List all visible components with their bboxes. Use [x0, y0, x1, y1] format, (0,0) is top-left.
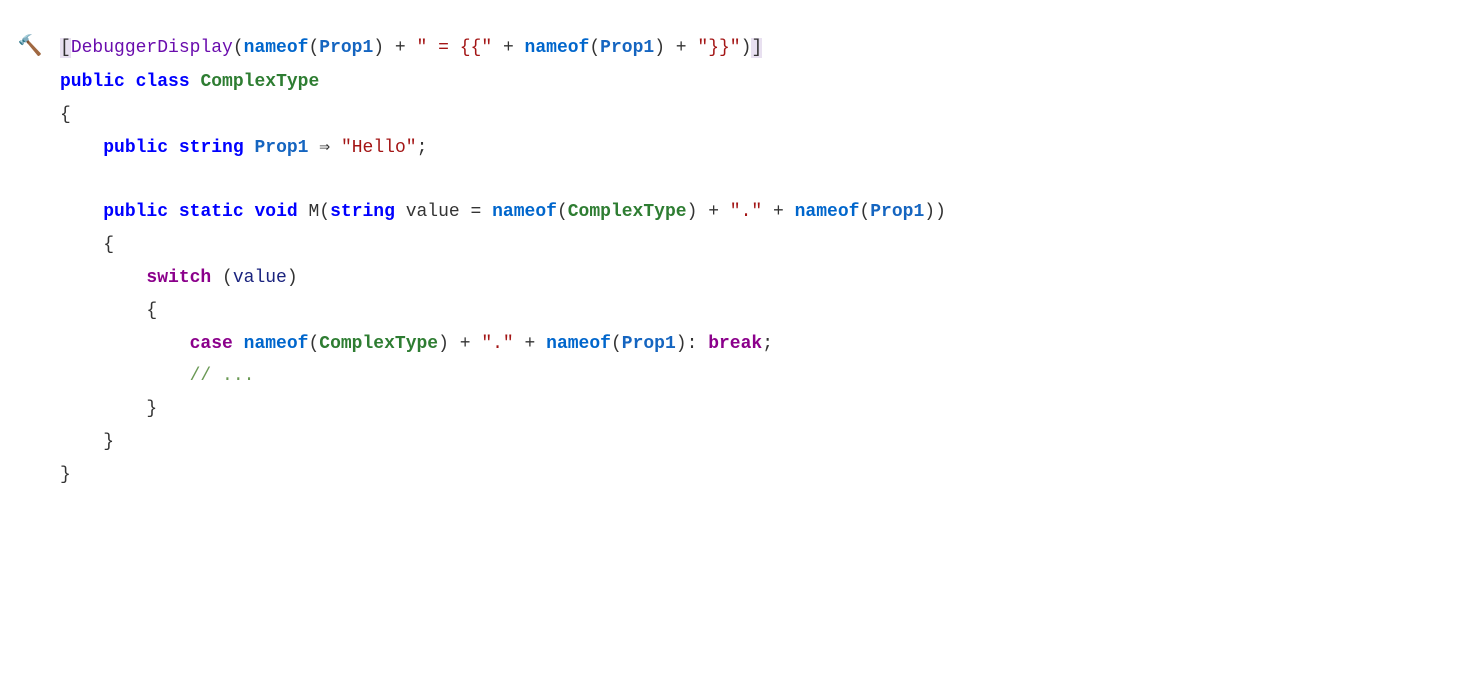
- code-line: {: [0, 295, 1466, 328]
- code-line: {: [0, 229, 1466, 262]
- code-text: case nameof(ComplexType) + "." + nameof(…: [60, 330, 1466, 359]
- code-container: 🔨[DebuggerDisplay(nameof(Prop1) + " = {{…: [0, 20, 1466, 502]
- code-text: {: [60, 101, 1466, 130]
- code-line: {: [0, 99, 1466, 132]
- code-text: switch (value): [60, 264, 1466, 293]
- code-text: {: [60, 297, 1466, 326]
- code-line: }: [0, 426, 1466, 459]
- code-text: {: [60, 231, 1466, 260]
- code-text: }: [60, 395, 1466, 424]
- code-text: }: [60, 461, 1466, 490]
- code-line: case nameof(ComplexType) + "." + nameof(…: [0, 328, 1466, 361]
- code-text: public static void M(string value = name…: [60, 198, 1466, 227]
- code-text: public string Prop1 ⇒ "Hello";: [60, 134, 1466, 163]
- code-line: switch (value): [0, 262, 1466, 295]
- code-text: [DebuggerDisplay(nameof(Prop1) + " = {{"…: [60, 34, 1466, 63]
- code-text: // ...: [60, 362, 1466, 391]
- code-line: }: [0, 459, 1466, 492]
- code-line: }: [0, 393, 1466, 426]
- code-line: public class ComplexType: [0, 66, 1466, 99]
- line-gutter: 🔨: [0, 32, 60, 64]
- code-line: 🔨[DebuggerDisplay(nameof(Prop1) + " = {{…: [0, 30, 1466, 66]
- code-line: public static void M(string value = name…: [0, 196, 1466, 229]
- code-text: }: [60, 428, 1466, 457]
- code-text: public class ComplexType: [60, 68, 1466, 97]
- code-line: [0, 164, 1466, 196]
- code-line: // ...: [0, 360, 1466, 393]
- code-line: public string Prop1 ⇒ "Hello";: [0, 132, 1466, 165]
